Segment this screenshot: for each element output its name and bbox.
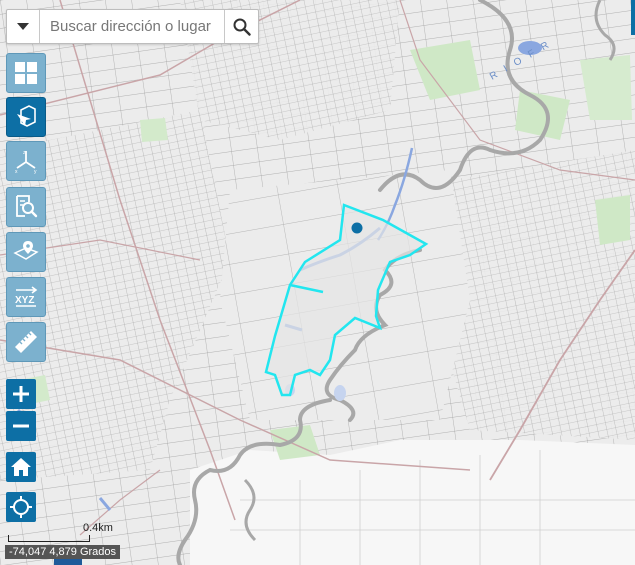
minus-icon — [13, 424, 29, 428]
zoom-out-button[interactable] — [6, 411, 36, 441]
urban-parcels-east — [440, 150, 635, 440]
location-marker — [351, 222, 363, 234]
urban-light-area — [190, 440, 635, 565]
plus-icon — [13, 386, 29, 402]
xyz-label: XYZ — [15, 295, 34, 306]
scale-bar — [8, 535, 90, 542]
layers-pointer-icon — [17, 105, 36, 127]
search-source-dropdown[interactable] — [7, 10, 40, 43]
document-search-icon — [16, 195, 38, 218]
svg-text:x: x — [15, 169, 18, 174]
xyz-coordinates-button[interactable]: XYZ — [6, 277, 46, 317]
search-input[interactable] — [40, 10, 224, 43]
zoom-in-button[interactable] — [6, 379, 36, 409]
caret-down-icon — [17, 22, 29, 30]
green-area — [140, 118, 168, 142]
scale-label: 0.4km — [83, 522, 113, 534]
coordinates-readout: -74,047 4,879 Grados — [5, 545, 121, 559]
panel-edge[interactable] — [631, 0, 635, 35]
pond — [334, 385, 346, 401]
layer-list-button[interactable] — [6, 97, 46, 137]
ruler-icon — [15, 331, 37, 353]
attribution-handle[interactable] — [54, 559, 82, 565]
svg-text:y: y — [34, 169, 37, 174]
coordinate-conversion-button[interactable]: zxy — [6, 141, 46, 181]
xyz-icon: XYZ — [15, 286, 38, 307]
search-box — [6, 9, 259, 44]
map-canvas[interactable]: R I O F R — [0, 0, 635, 565]
search-button[interactable] — [224, 10, 258, 43]
home-button[interactable] — [6, 452, 36, 482]
locate-on-map-button[interactable] — [6, 232, 46, 272]
home-icon — [11, 458, 31, 476]
measurement-button[interactable] — [6, 322, 46, 362]
green-area — [595, 195, 630, 245]
identify-button[interactable] — [6, 187, 46, 227]
crosshair-icon — [10, 496, 32, 518]
grid-icon — [15, 62, 37, 84]
map-pin-icon — [13, 241, 39, 260]
basemap-gallery-button[interactable] — [6, 53, 46, 93]
xyz-axes-icon: zx y — [15, 150, 37, 174]
locate-button[interactable] — [6, 492, 36, 522]
search-icon — [233, 18, 251, 36]
